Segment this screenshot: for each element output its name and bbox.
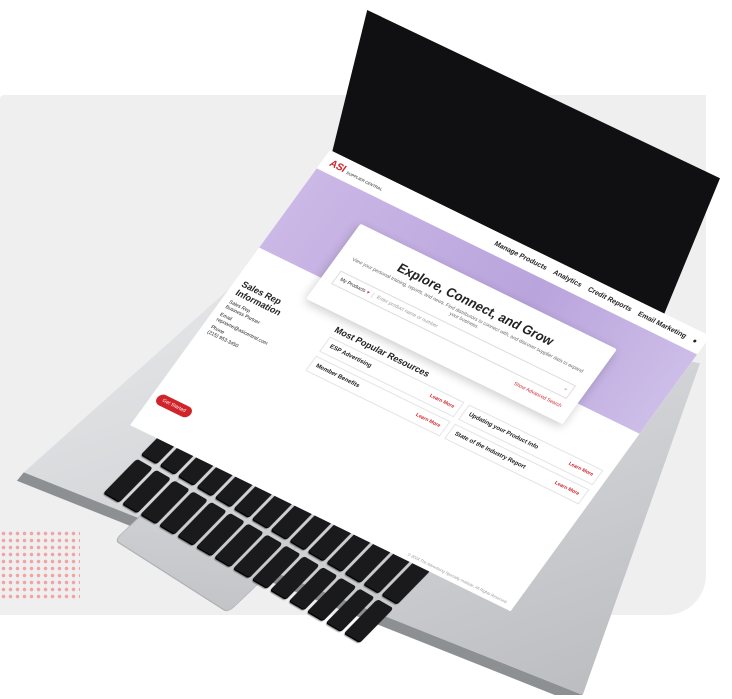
decorative-dot-grid (0, 530, 80, 600)
get-started-button[interactable]: Get Started (153, 392, 195, 420)
learn-more-link[interactable]: Learn More (428, 393, 455, 410)
chevron-down-icon: ▾ (364, 289, 371, 296)
learn-more-link[interactable]: Learn More (414, 412, 441, 429)
learn-more-link[interactable]: Learn More (567, 461, 594, 478)
search-scope-value: My Products (338, 276, 367, 294)
search-icon[interactable]: ⌕ (559, 385, 572, 395)
user-icon[interactable]: ● (691, 337, 699, 345)
learn-more-link[interactable]: Learn More (553, 480, 580, 497)
